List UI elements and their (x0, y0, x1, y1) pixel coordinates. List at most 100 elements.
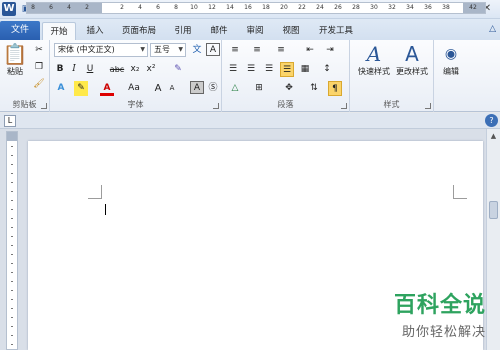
margin-corner-top-right (453, 185, 467, 199)
change-case-button[interactable]: Aa (124, 81, 144, 96)
clear-format-icon[interactable]: ✎ (170, 62, 186, 77)
clipboard-icon: 📋 (2, 42, 28, 66)
ruler-tick-label: 6 (49, 4, 53, 11)
tab-references[interactable]: 引用 (168, 22, 198, 40)
ribbon: 📋 粘贴 ✂ ❐ 🖌 剪贴板 宋体 (中文正文) ▼ 五号 ▼ 文 A B I … (0, 40, 500, 112)
ruler-tick-label: 4 (67, 4, 71, 11)
styles-launcher-icon[interactable] (425, 103, 431, 109)
subscript-button[interactable]: x₂ (128, 62, 142, 77)
vertical-ruler-tick (11, 344, 13, 345)
ribbon-tab-bar: 文件 开始 插入 页面布局 引用 邮件 审阅 视图 开发工具 △ (0, 19, 500, 40)
font-launcher-icon[interactable] (213, 103, 219, 109)
tab-page-layout[interactable]: 页面布局 (115, 22, 163, 40)
vertical-ruler[interactable] (6, 131, 18, 350)
paste-button[interactable]: 📋 粘贴 (2, 42, 28, 77)
horizontal-ruler[interactable]: 8 6 4 2 2 4 6 8 10 12 14 16 18 20 22 24 26 28 30 32 34 36 38 42 (26, 2, 486, 14)
tab-review[interactable]: 审阅 (240, 22, 270, 40)
show-marks-icon[interactable]: ¶ (328, 81, 342, 96)
chinese-layout-icon[interactable]: ✥ (280, 81, 298, 96)
borders-icon[interactable]: ⊞ (250, 81, 268, 96)
vertical-ruler-tick (11, 164, 13, 165)
justify-icon[interactable]: ☰ (280, 62, 294, 77)
multilevel-list-icon[interactable]: ≡ (270, 43, 292, 58)
cut-icon[interactable]: ✂ (32, 43, 46, 58)
font-size-value: 五号 (154, 45, 170, 54)
ruler-tick-label: 14 (226, 4, 234, 11)
char-border-button[interactable]: A (206, 43, 220, 56)
ruler-tick-label: 30 (370, 4, 378, 11)
font-color-icon[interactable]: A (100, 81, 114, 96)
tab-file[interactable]: 文件 (0, 21, 40, 40)
tab-insert[interactable]: 插入 (80, 22, 110, 40)
enclose-chars-icon[interactable]: Ⓢ (206, 81, 220, 96)
vertical-ruler-tick (11, 281, 13, 282)
text-effect-icon[interactable]: A (54, 81, 68, 96)
distributed-icon[interactable]: ▦ (298, 62, 312, 77)
decrease-indent-icon[interactable]: ⇤ (302, 43, 318, 58)
numbering-icon[interactable]: ≡ (248, 43, 266, 58)
superscript-button[interactable]: x² (144, 62, 158, 77)
editing-button[interactable]: ◉ 编辑 (436, 42, 466, 77)
format-painter-icon[interactable]: 🖌 (32, 77, 46, 92)
vertical-ruler-tick (11, 317, 13, 318)
tab-selector-button[interactable]: L (4, 115, 16, 127)
bullets-icon[interactable]: ≡ (226, 43, 244, 58)
quick-styles-button[interactable]: A 快速样式 (354, 42, 394, 77)
vertical-ruler-tick (11, 254, 13, 255)
scroll-thumb[interactable] (489, 201, 498, 219)
underline-button[interactable]: U (84, 62, 96, 77)
tab-home[interactable]: 开始 (42, 22, 76, 40)
margin-corner-top-left (88, 185, 102, 199)
tab-view[interactable]: 视图 (276, 22, 306, 40)
font-size-select[interactable]: 五号 ▼ (150, 43, 186, 57)
vertical-ruler-tick (11, 191, 13, 192)
increase-indent-icon[interactable]: ⇥ (322, 43, 338, 58)
vertical-ruler-tick (11, 155, 13, 156)
ruler-tick-label: 12 (208, 4, 216, 11)
highlight-icon[interactable]: ✎ (74, 81, 88, 96)
vertical-scrollbar[interactable]: ▲ (486, 129, 500, 350)
ruler-bar (0, 113, 500, 129)
grow-font-button[interactable]: A (152, 81, 164, 96)
vertical-ruler-tick (11, 236, 13, 237)
sort-icon[interactable]: ⇅ (306, 81, 322, 96)
clipboard-group: 📋 粘贴 ✂ ❐ 🖌 剪贴板 (0, 40, 50, 112)
ribbon-minimize-icon[interactable]: △ (489, 24, 496, 34)
ruler-tick-label: 34 (406, 4, 414, 11)
scroll-up-icon[interactable]: ▲ (488, 130, 499, 142)
shrink-font-button[interactable]: A (166, 81, 178, 96)
ruler-tick-label: 20 (280, 4, 288, 11)
vertical-ruler-tick (11, 209, 13, 210)
change-styles-label: 更改样式 (396, 67, 428, 76)
styles-group-label: 样式 (383, 100, 400, 109)
ruler-tick-label: 8 (174, 4, 178, 11)
paragraph-launcher-icon[interactable] (341, 103, 347, 109)
ruler-tick-label: 8 (31, 4, 35, 11)
copy-icon[interactable]: ❐ (32, 60, 46, 75)
editing-group: ◉ 编辑 (434, 40, 468, 112)
phonetic-guide-icon[interactable]: 文 (190, 43, 204, 58)
line-spacing-icon[interactable]: ↕ (318, 62, 336, 77)
help-icon[interactable]: ? (485, 114, 498, 127)
ruler-tick-label: 16 (244, 4, 252, 11)
bold-button[interactable]: B (54, 62, 66, 77)
tab-mailings[interactable]: 邮件 (204, 22, 234, 40)
align-center-icon[interactable]: ☰ (244, 62, 258, 77)
font-group-label: 字体 (127, 100, 144, 109)
vertical-ruler-tick (11, 245, 13, 246)
clipboard-launcher-icon[interactable] (41, 103, 47, 109)
change-styles-button[interactable]: A 更改样式 (392, 42, 432, 77)
ruler-tick-label: 10 (190, 4, 198, 11)
align-right-icon[interactable]: ☰ (262, 62, 276, 77)
vertical-ruler-tick (11, 290, 13, 291)
strikethrough-button[interactable]: abc (108, 62, 126, 77)
vertical-ruler-tick (11, 308, 13, 309)
italic-button[interactable]: I (68, 62, 80, 77)
char-shading-icon[interactable]: A (190, 81, 204, 94)
font-name-select[interactable]: 宋体 (中文正文) ▼ (54, 43, 148, 57)
tab-developer[interactable]: 开发工具 (312, 22, 360, 40)
ruler-left-margin (27, 3, 102, 13)
shading-icon[interactable]: △ (226, 81, 244, 96)
vertical-ruler-tick (11, 335, 13, 336)
align-left-icon[interactable]: ☰ (226, 62, 240, 77)
